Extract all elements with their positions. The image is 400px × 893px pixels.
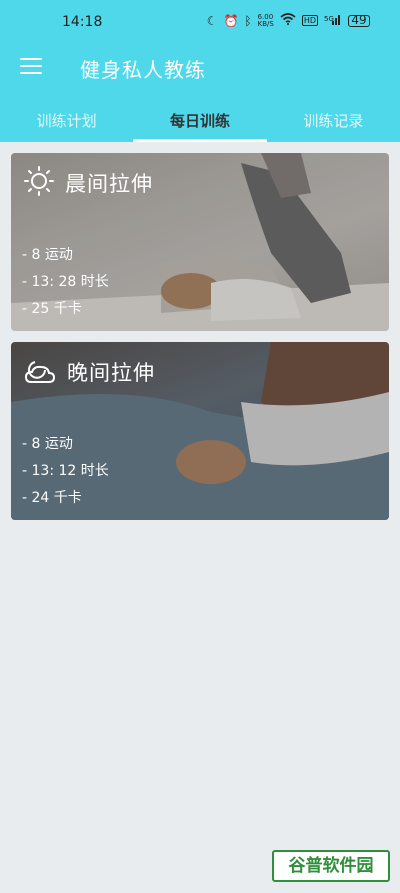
morning-card-stats: - 8 运动 - 13: 28 时长 - 25 千卡: [22, 245, 109, 326]
battery-icon: 49: [348, 14, 370, 27]
exercise-count: - 8 运动: [22, 436, 73, 452]
tab-bar: 训练计划 每日训练 训练记录: [0, 100, 400, 142]
tab-training-plan[interactable]: 训练计划: [0, 100, 133, 142]
evening-stretch-card[interactable]: 晚间拉伸 - 8 运动 - 13: 12 时长 - 24 千卡: [11, 342, 389, 520]
status-bar: 14:18 ☾ ⏰ ᛒ 6.00 KB/S HD 5G 49: [0, 0, 400, 44]
alarm-icon: ⏰: [223, 13, 239, 28]
evening-card-header: 晚间拉伸: [23, 354, 155, 390]
network-speed-indicator: 6.00 KB/S: [257, 12, 274, 28]
bluetooth-icon: ᛒ: [244, 13, 252, 28]
duration: - 13: 12 时长: [22, 463, 109, 479]
status-time: 14:18: [62, 14, 103, 30]
evening-card-stats: - 8 运动 - 13: 12 时长 - 24 千卡: [22, 434, 109, 515]
card-title: 晚间拉伸: [67, 361, 155, 385]
sun-icon: [23, 165, 55, 201]
moon-icon: ☾: [206, 13, 218, 28]
status-icons: ☾ ⏰ ᛒ 6.00 KB/S HD 5G 49: [207, 13, 370, 28]
calories: - 25 千卡: [22, 301, 82, 317]
app-screen: 14:18 ☾ ⏰ ᛒ 6.00 KB/S HD 5G 49 健身私人教练 训练: [0, 0, 400, 893]
morning-stretch-card[interactable]: 晨间拉伸 - 8 运动 - 13: 28 时长 - 25 千卡: [11, 153, 389, 331]
calories: - 24 千卡: [22, 490, 82, 506]
exercise-count: - 8 运动: [22, 247, 73, 263]
app-bar: 健身私人教练: [0, 44, 400, 92]
duration: - 13: 28 时长: [22, 274, 109, 290]
header: 14:18 ☾ ⏰ ᛒ 6.00 KB/S HD 5G 49 健身私人教练 训练: [0, 0, 400, 142]
tab-training-record[interactable]: 训练记录: [267, 100, 400, 142]
wifi-icon: [280, 13, 296, 28]
tab-daily-training[interactable]: 每日训练: [133, 100, 267, 142]
signal-label: 5G: [324, 15, 334, 23]
moon-cloud-icon: [23, 354, 57, 390]
card-title: 晨间拉伸: [65, 172, 153, 196]
signal-icon: 5G: [324, 13, 342, 28]
morning-card-header: 晨间拉伸: [23, 165, 153, 201]
watermark-logo: 谷普软件园: [272, 850, 390, 882]
hd-icon: HD: [301, 15, 318, 26]
app-title: 健身私人教练: [80, 58, 206, 82]
hamburger-menu-icon[interactable]: [20, 58, 42, 76]
